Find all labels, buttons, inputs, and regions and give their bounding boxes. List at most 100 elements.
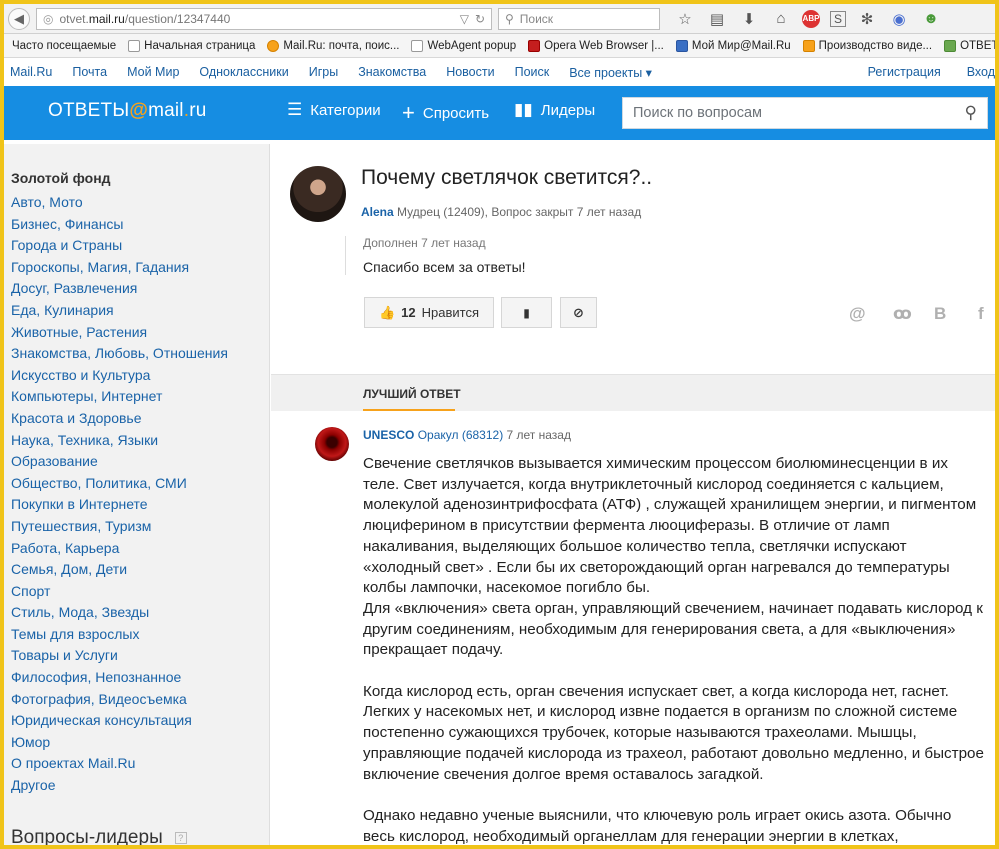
vk-share-icon[interactable]: В <box>934 304 946 324</box>
category-link[interactable]: Города и Страны <box>11 235 269 257</box>
page-icon <box>128 39 141 52</box>
browser-search-input[interactable]: ⚲ Поиск <box>498 7 660 30</box>
category-link[interactable]: Стиль, Мода, Звезды <box>11 602 269 624</box>
avatar[interactable] <box>290 166 346 222</box>
portal-link-all-projects[interactable]: Все проекты ▾ <box>569 65 652 80</box>
category-link[interactable]: Животные, Растения <box>11 322 269 344</box>
category-link[interactable]: Юридическая консультация <box>11 710 269 732</box>
category-link[interactable]: Фотография, Видеосъемка <box>11 689 269 711</box>
search-icon: ⚲ <box>505 11 514 26</box>
sync-icon[interactable]: ◉ <box>888 8 910 30</box>
site-logo[interactable]: ОТВЕТЫ@mail.ru <box>48 100 207 122</box>
category-link[interactable]: Философия, Непознанное <box>11 667 269 689</box>
login-link[interactable]: Вход <box>967 65 995 79</box>
download-icon[interactable]: ⬇ <box>738 8 760 30</box>
list-icon: ☰ <box>287 100 303 119</box>
answer-paragraph: Для «включения» света орган, управляющий… <box>363 599 983 659</box>
mail-share-icon[interactable]: @ <box>849 304 866 324</box>
portal-link-search[interactable]: Поиск <box>515 65 550 79</box>
dropdown-arrow-icon[interactable]: ▽ <box>460 12 469 26</box>
category-link[interactable]: Покупки в Интернете <box>11 494 269 516</box>
screenshot-frame: ◀ ◎ otvet.mail.ru/question/12347440 ▽ ↻ … <box>4 4 995 845</box>
portal-link-ok[interactable]: Одноклассники <box>199 65 288 79</box>
facebook-share-icon[interactable]: f <box>978 304 984 324</box>
author-link[interactable]: Alena <box>361 205 394 219</box>
answer-author-rank: Оракул (68312) <box>417 428 504 442</box>
category-link[interactable]: Образование <box>11 451 269 473</box>
s-extension-icon[interactable]: S <box>830 10 846 27</box>
back-button[interactable]: ◀ <box>8 7 30 30</box>
portal-link-mailru[interactable]: Mail.Ru <box>10 65 52 79</box>
browser-search-placeholder: Поиск <box>519 11 554 26</box>
report-button[interactable]: ⊘ <box>560 297 597 328</box>
question-search-input[interactable]: Поиск по вопросам ⚲ <box>622 97 988 129</box>
bookmark-frequent[interactable]: Часто посещаемые <box>4 40 116 52</box>
category-link[interactable]: Юмор <box>11 732 269 754</box>
portal-link-moymir[interactable]: Мой Мир <box>127 65 179 79</box>
ask-button[interactable]: + Спросить <box>402 100 489 126</box>
moymir-icon <box>675 39 688 52</box>
category-link[interactable]: Другое <box>11 775 269 797</box>
plus-icon: + <box>402 100 415 125</box>
category-link[interactable]: Спорт <box>11 581 269 603</box>
bookmark-moymir[interactable]: Мой Мир@Mail.Ru <box>675 39 791 52</box>
portal-link-games[interactable]: Игры <box>309 65 338 79</box>
reload-icon[interactable]: ↻ <box>475 12 485 26</box>
star-icon[interactable]: ☆ <box>674 8 696 30</box>
gold-fund-link[interactable]: Золотой фонд <box>11 170 269 192</box>
category-link[interactable]: Гороскопы, Магия, Гадания <box>11 257 269 279</box>
category-link[interactable]: Компьютеры, Интернет <box>11 386 269 408</box>
answer-author-link[interactable]: UNESCO <box>363 428 414 442</box>
category-link[interactable]: Бизнес, Финансы <box>11 214 269 236</box>
bookmark-opera[interactable]: Opera Web Browser |... <box>528 39 664 52</box>
portal-link-news[interactable]: Новости <box>446 65 494 79</box>
category-link[interactable]: Темы для взрослых <box>11 624 269 646</box>
bookmark-video[interactable]: Производство виде... <box>802 39 932 52</box>
odnoklassniki-share-icon[interactable]: ꝏ <box>893 304 912 324</box>
category-link[interactable]: Общество, Политика, СМИ <box>11 473 269 495</box>
extension-icon[interactable]: ✻ <box>856 8 878 30</box>
answer-paragraph: Свечение светлячков вызывается химически… <box>363 455 977 597</box>
category-link[interactable]: Авто, Мото <box>11 192 269 214</box>
like-count: 12 <box>401 305 416 320</box>
like-label: Нравится <box>421 305 480 320</box>
bookmark-webagent[interactable]: WebAgent popup <box>411 39 516 52</box>
category-link[interactable]: Знакомства, Любовь, Отношения <box>11 343 269 365</box>
category-link[interactable]: Красота и Здоровье <box>11 408 269 430</box>
leaders-section-title: Вопросы-лидеры ? <box>11 827 269 845</box>
bookmark-button[interactable]: ▮ <box>501 297 552 328</box>
address-bar[interactable]: ◎ otvet.mail.ru/question/12347440 ▽ ↻ <box>36 7 492 30</box>
bookmarks-bar: Часто посещаемые Начальная страница Mail… <box>4 34 995 58</box>
bookmark-home[interactable]: Начальная страница <box>128 39 255 52</box>
smiley-icon[interactable]: ☻ <box>920 8 942 30</box>
search-icon[interactable]: ⚲ <box>965 103 977 123</box>
category-link[interactable]: Семья, Дом, Дети <box>11 559 269 581</box>
globe-icon: ◎ <box>43 11 54 26</box>
bookmark-mailru[interactable]: Mail.Ru: почта, поис... <box>267 39 399 52</box>
category-link[interactable]: Наука, Техника, Языки <box>11 430 269 452</box>
clipboard-icon[interactable]: ▤ <box>706 8 728 30</box>
addendum-text: Спасибо всем за ответы! <box>363 259 526 275</box>
categories-button[interactable]: ☰ Категории <box>287 100 381 120</box>
answer-paragraph: Когда кислород есть, орган свечения испу… <box>363 682 984 783</box>
register-link[interactable]: Регистрация <box>868 65 941 79</box>
toolbar-icons: ☆ ▤ ⬇ ⌂ ABP S ✻ ◉ ☻ <box>674 8 942 30</box>
category-link[interactable]: Товары и Услуги <box>11 645 269 667</box>
avatar[interactable] <box>315 427 349 461</box>
category-link[interactable]: Еда, Кулинария <box>11 300 269 322</box>
category-sidebar: Золотой фонд Авто, Мото Бизнес, Финансы Го… <box>4 144 270 845</box>
tab-best-answer[interactable]: ЛУЧШИЙ ОТВЕТ <box>363 387 461 401</box>
portal-link-mail[interactable]: Почта <box>72 65 107 79</box>
like-button[interactable]: 👍 12 Нравится <box>364 297 494 328</box>
portal-link-dating[interactable]: Знакомства <box>358 65 426 79</box>
home-icon[interactable]: ⌂ <box>770 8 792 30</box>
leaders-button[interactable]: ▮▮ Лидеры <box>514 100 595 120</box>
bookmark-otvety[interactable]: ОТВЕТЫ@Mail <box>944 39 995 52</box>
category-link[interactable]: О проектах Mail.Ru <box>11 753 269 775</box>
category-link[interactable]: Досуг, Развлечения <box>11 278 269 300</box>
category-link[interactable]: Работа, Карьера <box>11 538 269 560</box>
adblock-icon[interactable]: ABP <box>802 9 820 28</box>
help-icon[interactable]: ? <box>174 831 187 844</box>
category-link[interactable]: Искусство и Культура <box>11 365 269 387</box>
category-link[interactable]: Путешествия, Туризм <box>11 516 269 538</box>
